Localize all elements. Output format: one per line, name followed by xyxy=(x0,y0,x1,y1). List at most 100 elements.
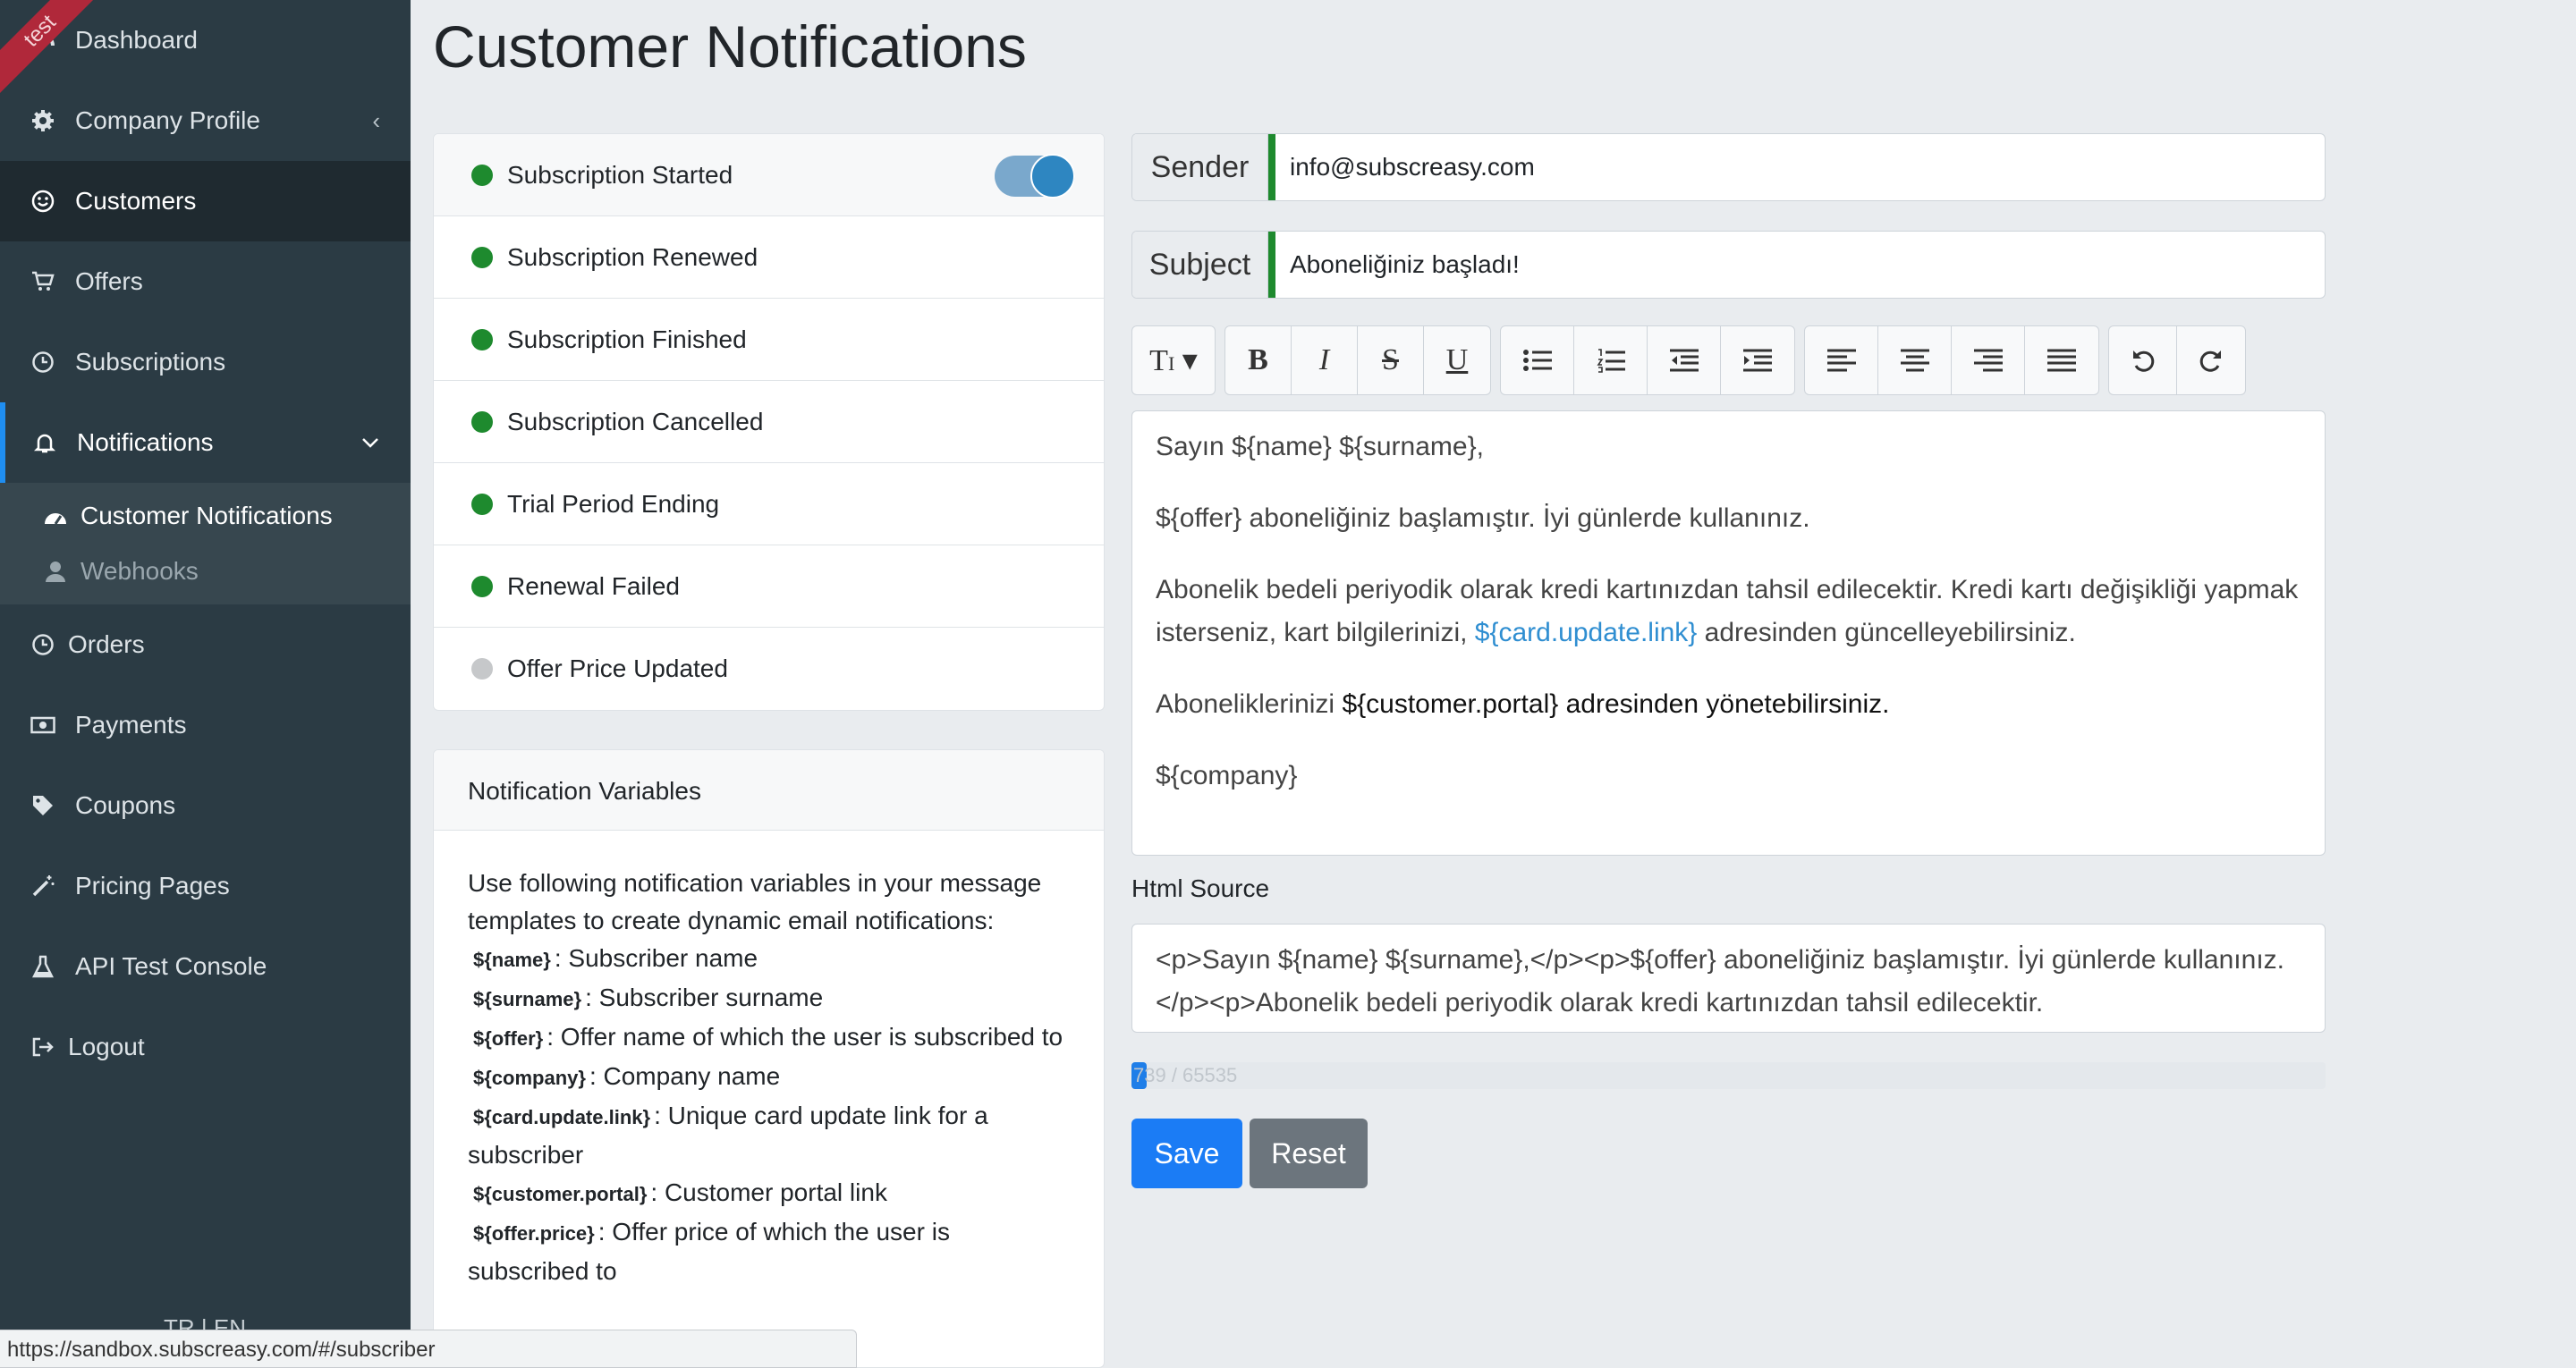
user-icon xyxy=(43,561,68,582)
page-title: Customer Notifications xyxy=(433,13,1027,80)
reset-button[interactable]: Reset xyxy=(1250,1119,1368,1188)
toolbar-group-style: TI ▾ xyxy=(1131,325,1216,395)
subject-field: Subject Aboneliğiniz başladı! xyxy=(1131,231,2326,299)
editor-text: adresinden güncelleyebilirsiniz. xyxy=(1697,618,2076,647)
sidebar-item-notifications[interactable]: Notifications xyxy=(0,402,411,483)
variable-item: ${surname}: Subscriber surname xyxy=(468,979,1070,1018)
event-item-subscription-finished[interactable]: Subscription Finished xyxy=(434,299,1104,381)
sidebar-item-label: Payments xyxy=(75,711,187,739)
redo-button[interactable] xyxy=(2177,326,2245,394)
event-item-trial-period-ending[interactable]: Trial Period Ending xyxy=(434,463,1104,545)
numbered-list-button[interactable] xyxy=(1574,326,1648,394)
text-size-icon: TI ▾ xyxy=(1149,344,1198,377)
status-dot-enabled xyxy=(471,246,493,268)
money-icon xyxy=(30,713,55,738)
variable-name: ${customer.portal} xyxy=(473,1183,648,1205)
align-left-icon xyxy=(1826,349,1856,372)
sidebar-item-pricing-pages[interactable]: Pricing Pages xyxy=(0,846,411,926)
event-item-offer-price-updated[interactable]: Offer Price Updated xyxy=(434,628,1104,710)
variable-desc: : Customer portal link xyxy=(650,1178,887,1206)
align-right-button[interactable] xyxy=(1952,326,2025,394)
sidebar-subitem-webhooks[interactable]: Webhooks xyxy=(0,544,411,599)
event-label: Subscription Renewed xyxy=(507,242,758,271)
indent-icon xyxy=(1743,349,1772,372)
sidebar-item-label: Coupons xyxy=(75,791,176,819)
message-editor[interactable]: Sayın ${name} ${surname}, ${offer} abone… xyxy=(1131,410,2326,856)
italic-button[interactable]: I xyxy=(1292,326,1358,394)
save-button[interactable]: Save xyxy=(1131,1119,1242,1188)
sidebar-item-label: Offers xyxy=(75,267,143,295)
sidebar-item-payments[interactable]: Payments xyxy=(0,685,411,765)
status-dot-enabled xyxy=(471,493,493,515)
event-label: Subscription Started xyxy=(507,160,733,189)
strikethrough-icon: S xyxy=(1382,343,1399,376)
event-label: Trial Period Ending xyxy=(507,489,720,518)
editor-line: Abonelik bedeli periyodik olarak kredi k… xyxy=(1156,569,2301,654)
bell-icon xyxy=(32,430,57,455)
sidebar-item-subscriptions[interactable]: Subscriptions xyxy=(0,322,411,402)
variable-item: ${offer}: Offer name of which the user i… xyxy=(468,1018,1070,1058)
event-label: Renewal Failed xyxy=(507,571,680,600)
justify-button[interactable] xyxy=(2025,326,2098,394)
undo-button[interactable] xyxy=(2109,326,2177,394)
variable-name: ${surname} xyxy=(473,988,582,1010)
sender-label: Sender xyxy=(1132,134,1268,200)
clock-icon xyxy=(30,632,55,657)
sign-out-icon xyxy=(30,1034,55,1060)
status-dot-enabled xyxy=(471,328,493,350)
sidebar-subitem-customer-notifications[interactable]: Customer Notifications xyxy=(0,488,411,544)
toolbar-group-font: B I S U xyxy=(1224,325,1491,395)
editor-line: Aboneliklerinizi ${customer.portal} adre… xyxy=(1156,683,2301,726)
bullet-list-icon xyxy=(1522,350,1552,371)
subject-input[interactable]: Aboneliğiniz başladı! xyxy=(1268,232,2325,298)
card-update-link[interactable]: ${card.update.link} xyxy=(1475,618,1698,647)
variable-item: ${card.update.link}: Unique card update … xyxy=(468,1097,1070,1174)
sidebar-item-coupons[interactable]: Coupons xyxy=(0,765,411,846)
tag-icon xyxy=(30,793,55,818)
sender-input[interactable]: info@subscreasy.com xyxy=(1268,134,2325,200)
sidebar-item-label: API Test Console xyxy=(75,952,267,980)
sidebar-item-logout[interactable]: Logout xyxy=(0,1007,411,1087)
sidebar-item-api-test-console[interactable]: API Test Console xyxy=(0,926,411,1007)
variables-intro: Use following notification variables in … xyxy=(468,869,1042,934)
sidebar-item-label: Dashboard xyxy=(75,26,198,54)
variable-name: ${card.update.link} xyxy=(473,1106,651,1128)
outdent-button[interactable] xyxy=(1648,326,1721,394)
enable-toggle[interactable] xyxy=(995,154,1075,198)
indent-button[interactable] xyxy=(1721,326,1794,394)
bold-button[interactable]: B xyxy=(1225,326,1292,394)
wand-icon xyxy=(30,874,55,899)
event-label: Subscription Finished xyxy=(507,325,747,353)
chevron-down-icon xyxy=(360,436,380,449)
sidebar-item-offers[interactable]: Offers xyxy=(0,241,411,322)
variable-desc: : Subscriber name xyxy=(554,944,758,972)
event-item-subscription-started[interactable]: Subscription Started xyxy=(434,134,1104,216)
editor-toolbar: TI ▾ B I S U xyxy=(1131,325,2255,395)
variable-item: ${name}: Subscriber name xyxy=(468,940,1070,979)
status-dot-disabled xyxy=(471,658,493,680)
justify-icon xyxy=(2047,349,2076,372)
sidebar-item-customers[interactable]: Customers xyxy=(0,161,411,241)
flask-icon xyxy=(30,954,55,979)
html-source-textarea[interactable]: <p>Sayın ${name} ${surname},</p><p>${off… xyxy=(1131,924,2326,1033)
sidebar-item-company-profile[interactable]: Company Profile ‹ xyxy=(0,80,411,161)
align-center-button[interactable] xyxy=(1878,326,1952,394)
counter-text: 739 / 65535 xyxy=(1133,1064,1238,1086)
editor-line: ${company} xyxy=(1156,761,1298,790)
event-item-renewal-failed[interactable]: Renewal Failed xyxy=(434,545,1104,628)
align-left-button[interactable] xyxy=(1805,326,1878,394)
editor-line: Sayın ${name} ${surname}, xyxy=(1156,432,1484,461)
notification-variables-panel: Notification Variables Use following not… xyxy=(433,749,1105,1368)
strikethrough-button[interactable]: S xyxy=(1358,326,1424,394)
text-style-dropdown[interactable]: TI ▾ xyxy=(1132,326,1215,394)
event-label: Offer Price Updated xyxy=(507,654,728,682)
clock-icon xyxy=(30,350,55,375)
variable-desc: : Subscriber surname xyxy=(585,984,824,1011)
sidebar-item-label: Subscriptions xyxy=(75,348,226,376)
event-item-subscription-cancelled[interactable]: Subscription Cancelled xyxy=(434,381,1104,463)
underline-button[interactable]: U xyxy=(1424,326,1490,394)
event-item-subscription-renewed[interactable]: Subscription Renewed xyxy=(434,216,1104,299)
bullet-list-button[interactable] xyxy=(1501,326,1574,394)
toolbar-group-align xyxy=(1804,325,2099,395)
sidebar-item-orders[interactable]: Orders xyxy=(0,604,411,685)
